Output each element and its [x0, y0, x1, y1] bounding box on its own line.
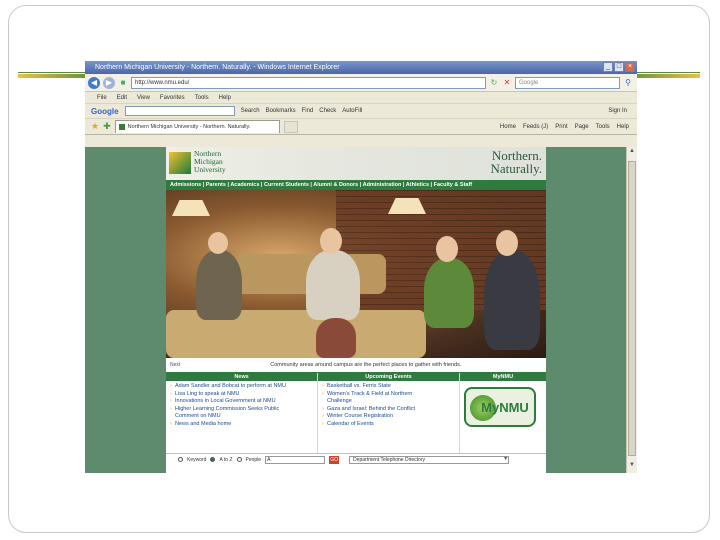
- atoz-radio[interactable]: [210, 457, 216, 462]
- menu-view[interactable]: View: [137, 95, 150, 101]
- mynmu-logo-button[interactable]: MyNMU: [464, 387, 536, 427]
- maximize-button[interactable]: □: [614, 62, 624, 72]
- nmu-logo-text[interactable]: Northern Michigan University: [194, 150, 226, 174]
- go-button[interactable]: GO: [329, 455, 340, 464]
- site-search-row: Keyword A to Z People A GO Department Te…: [166, 453, 546, 465]
- people-radio[interactable]: [236, 457, 242, 462]
- home-button[interactable]: Home: [500, 124, 516, 130]
- help-menu-button[interactable]: Help: [617, 124, 629, 130]
- event-item-continued[interactable]: Challenge: [322, 398, 459, 406]
- news-item-continued[interactable]: Comment on NMU: [170, 413, 317, 421]
- find-button[interactable]: Find: [302, 108, 314, 114]
- photo-person-4: [484, 250, 540, 350]
- keyword-label: Keyword: [187, 456, 207, 463]
- photo-lamp-left: [172, 200, 210, 216]
- sign-in-button[interactable]: Sign In: [608, 108, 637, 114]
- page-menu-button[interactable]: Page: [575, 124, 589, 130]
- minimize-button[interactable]: _: [603, 62, 613, 72]
- people-label: People: [245, 456, 262, 463]
- keyword-radio[interactable]: [178, 457, 183, 462]
- site-tagline: Northern. Naturally.: [490, 148, 543, 176]
- print-button[interactable]: Print: [555, 124, 567, 130]
- bookmarks-button[interactable]: Bookmarks: [266, 108, 296, 114]
- news-home-link[interactable]: News and Media home: [170, 421, 317, 429]
- event-item[interactable]: Winter Course Registration: [322, 413, 459, 421]
- url-input[interactable]: http://www.nmu.edu/: [131, 76, 486, 89]
- campus-photo: [166, 190, 546, 358]
- menu-help[interactable]: Help: [219, 95, 231, 101]
- google-search-input[interactable]: [124, 106, 235, 116]
- nmu-homepage: Northern Michigan University Northern. N…: [166, 147, 546, 473]
- photo-next-link[interactable]: Next: [170, 362, 180, 368]
- events-column: Upcoming Events Basketball vs. Ferris St…: [318, 373, 460, 453]
- event-item[interactable]: Women's Track & Field at Northern: [322, 391, 459, 399]
- search-input[interactable]: Google: [515, 76, 620, 89]
- news-item[interactable]: Lisa Ling to speak at NMU: [170, 391, 317, 399]
- mynmu-header: MyNMU: [460, 373, 546, 381]
- tab-nmu[interactable]: Northern Michigan University - Northern.…: [114, 120, 280, 133]
- page-icon: ■: [120, 78, 126, 87]
- mynmu-logo-text: MyNMU: [481, 399, 529, 415]
- photo-head-4: [496, 230, 518, 256]
- site-nav[interactable]: Admissions | Parents | Academics | Curre…: [166, 180, 546, 190]
- scroll-thumb[interactable]: [628, 161, 636, 456]
- photo-person-3: [424, 258, 474, 328]
- check-button[interactable]: Check: [319, 108, 336, 114]
- calendar-link[interactable]: Calendar of Events: [322, 421, 459, 429]
- photo-caption: Community areas around campus are the pe…: [270, 362, 462, 368]
- google-search-button[interactable]: Search: [241, 108, 260, 114]
- photo-person-1: [196, 250, 242, 320]
- add-favorites-icon[interactable]: ✚: [103, 121, 111, 132]
- google-logo: Google: [91, 106, 119, 116]
- search-icon[interactable]: ⚲: [623, 78, 633, 87]
- photo-caption-row: Next Community areas around campus are t…: [166, 358, 546, 372]
- menu-tools[interactable]: Tools: [195, 95, 209, 101]
- directory-select[interactable]: Department Telephone Directory: [349, 455, 510, 464]
- tools-menu-button[interactable]: Tools: [596, 124, 610, 130]
- tab-row: ★ ✚ Northern Michigan University - North…: [85, 119, 637, 135]
- window-title: Northern Michigan University - Northern.…: [95, 64, 340, 71]
- scroll-down-icon[interactable]: ▼: [628, 462, 636, 472]
- forward-button[interactable]: ▶: [103, 76, 115, 89]
- menu-file[interactable]: File: [97, 95, 107, 101]
- nmu-logo-icon[interactable]: [169, 152, 191, 174]
- menu-edit[interactable]: Edit: [117, 95, 127, 101]
- photo-head-3: [436, 236, 458, 262]
- feeds-button[interactable]: Feeds (J): [523, 124, 548, 130]
- window-titlebar: Northern Michigan University - Northern.…: [85, 61, 637, 74]
- google-toolbar: Google Search Bookmarks Find Check AutoF…: [85, 104, 637, 119]
- command-bar: Home Feeds (J) Print Page Tools Help: [500, 124, 637, 130]
- menu-bar: File Edit View Favorites Tools Help: [85, 92, 637, 104]
- menu-favorites[interactable]: Favorites: [160, 95, 185, 101]
- news-header: News: [166, 373, 317, 381]
- new-tab-button[interactable]: [283, 120, 298, 133]
- stop-icon[interactable]: ✕: [502, 78, 512, 87]
- photo-person-5: [316, 318, 356, 358]
- vertical-scrollbar[interactable]: ▲ ▼: [626, 147, 637, 473]
- refresh-icon[interactable]: ↻: [489, 78, 499, 87]
- photo-person-2: [306, 250, 360, 320]
- close-button[interactable]: ×: [625, 62, 635, 72]
- site-header: Northern Michigan University Northern. N…: [166, 147, 546, 180]
- news-item[interactable]: Innovations in Local Government at NMU: [170, 398, 317, 406]
- atoz-label: A to Z: [219, 456, 233, 463]
- mynmu-column: MyNMU MyNMU: [460, 373, 546, 453]
- photo-head-1: [208, 232, 228, 254]
- news-item[interactable]: Adam Sandler and Bobcat to perform at NM…: [170, 383, 317, 391]
- news-column: News Adam Sandler and Bobcat to perform …: [166, 373, 318, 453]
- autofill-button[interactable]: AutoFill: [342, 108, 362, 114]
- photo-head-2: [320, 228, 342, 254]
- browser-window: Northern Michigan University - Northern.…: [85, 61, 637, 473]
- event-item[interactable]: Basketball vs. Ferris State: [322, 383, 459, 391]
- news-item[interactable]: Higher Learning Commission Seeks Public: [170, 406, 317, 414]
- address-bar-row: ◀ ▶ ■ http://www.nmu.edu/ ↻ ✕ Google ⚲: [85, 74, 637, 92]
- site-search-input[interactable]: A: [265, 455, 326, 464]
- event-item[interactable]: Gaza and Israel: Behind the Conflict: [322, 406, 459, 414]
- page-viewport: Northern Michigan University Northern. N…: [85, 147, 626, 473]
- scroll-up-icon[interactable]: ▲: [628, 148, 636, 158]
- back-button[interactable]: ◀: [88, 76, 100, 89]
- content-columns: News Adam Sandler and Bobcat to perform …: [166, 372, 546, 453]
- events-header: Upcoming Events: [318, 373, 459, 381]
- favorites-star-icon[interactable]: ★: [91, 121, 99, 132]
